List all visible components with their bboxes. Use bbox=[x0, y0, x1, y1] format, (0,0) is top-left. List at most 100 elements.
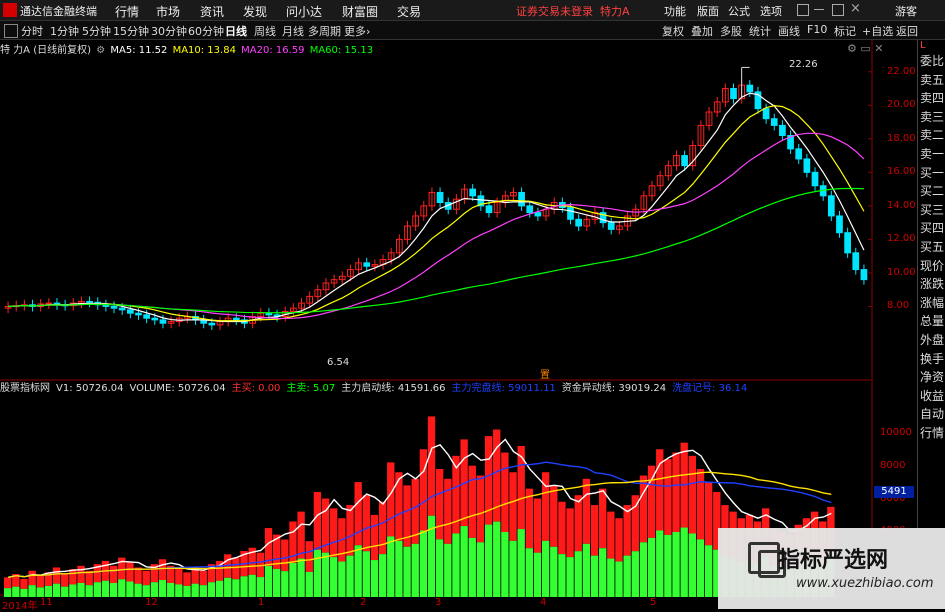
panel-item[interactable]: 涨幅 bbox=[920, 294, 944, 311]
menu-formula[interactable]: 公式 bbox=[728, 3, 750, 19]
panel-item[interactable]: 卖二 bbox=[920, 126, 944, 143]
period-weekly[interactable]: 周线 bbox=[254, 23, 276, 39]
maximize-icon[interactable] bbox=[832, 4, 844, 16]
candle bbox=[575, 218, 582, 227]
date-tick: 1 bbox=[258, 597, 265, 608]
volume-bar-sell bbox=[85, 585, 93, 597]
period-intraday[interactable]: 分时 bbox=[21, 23, 43, 39]
panel-item[interactable]: 收益 bbox=[920, 387, 944, 404]
toolbar-overlay[interactable]: 叠加 bbox=[691, 23, 713, 39]
panel-item[interactable]: 净资 bbox=[920, 368, 944, 385]
candle bbox=[534, 212, 542, 217]
volume-bar-buy bbox=[52, 567, 61, 584]
minimize-icon[interactable] bbox=[814, 9, 824, 10]
menu-trade[interactable]: 交易 bbox=[397, 3, 421, 20]
period-60min[interactable]: 60分钟 bbox=[188, 23, 224, 39]
volume-bar-sell bbox=[647, 537, 656, 597]
volume-bar-sell bbox=[199, 585, 207, 597]
volume-bar-buy bbox=[28, 570, 36, 586]
panel-item[interactable]: 买五 bbox=[920, 238, 944, 255]
toolbar-mark[interactable]: 标记 bbox=[834, 23, 856, 39]
price-tick: 10.00 bbox=[887, 266, 916, 278]
toolbar-f10[interactable]: F10 bbox=[807, 23, 827, 36]
period-more[interactable]: 更多› bbox=[344, 23, 370, 39]
panel-item[interactable]: 卖四 bbox=[920, 89, 944, 106]
toolbar-back[interactable]: 返回 bbox=[896, 23, 918, 39]
candle bbox=[803, 158, 811, 173]
panel-item[interactable]: 买四 bbox=[920, 219, 944, 236]
panel-item[interactable]: 总量 bbox=[920, 312, 944, 329]
panel-item[interactable]: 换手 bbox=[920, 350, 944, 367]
menu-layout[interactable]: 版面 bbox=[697, 3, 719, 19]
volume-bar-buy bbox=[664, 459, 672, 535]
toolbar-multistock[interactable]: 多股 bbox=[720, 23, 742, 39]
volume-bar-sell bbox=[93, 582, 101, 597]
period-5min[interactable]: 5分钟 bbox=[82, 23, 111, 39]
panel-item[interactable]: 买一 bbox=[920, 164, 944, 181]
panel-item[interactable]: 现价 bbox=[920, 257, 944, 274]
toolbar-add-watchlist[interactable]: +自选 bbox=[862, 23, 893, 39]
panel-item[interactable]: 自动 bbox=[920, 405, 944, 422]
volume-bar-buy bbox=[509, 472, 517, 541]
period-daily[interactable]: 日线 bbox=[225, 23, 247, 39]
indicator-item: 资金异动线: 39019.24 bbox=[561, 383, 667, 394]
period-15min[interactable]: 15分钟 bbox=[113, 23, 149, 39]
period-30min[interactable]: 30分钟 bbox=[151, 23, 187, 39]
volume-bar-buy bbox=[126, 562, 134, 582]
volume-bar-buy bbox=[387, 462, 395, 537]
panel-item[interactable]: 卖一 bbox=[920, 145, 944, 162]
indicator-item: 主买: 0.00 bbox=[231, 383, 281, 394]
volume-bar-sell bbox=[664, 534, 672, 597]
toolbar-draw[interactable]: 画线 bbox=[778, 23, 800, 39]
restore-icon[interactable] bbox=[797, 4, 809, 16]
volume-bar-sell bbox=[550, 546, 558, 597]
toolbar-stats[interactable]: 统计 bbox=[749, 23, 771, 39]
volume-bar-buy bbox=[378, 501, 387, 555]
panel-item[interactable]: 买三 bbox=[920, 201, 944, 218]
panel-item[interactable]: 行情 bbox=[920, 424, 944, 441]
indicator-item: 主力启动线: 41591.66 bbox=[341, 383, 446, 394]
price-tick: 16.00 bbox=[887, 166, 916, 178]
date-tick: 2 bbox=[360, 597, 367, 608]
volume-bar-buy bbox=[501, 452, 509, 532]
toolbar-adjust[interactable]: 复权 bbox=[662, 23, 684, 39]
volume-bar-buy bbox=[436, 468, 444, 540]
candle bbox=[860, 269, 868, 281]
volume-bar-sell bbox=[639, 542, 648, 597]
high-price-label: 22.26 bbox=[789, 59, 818, 70]
panel-item[interactable]: 买二 bbox=[920, 182, 944, 199]
period-monthly[interactable]: 月线 bbox=[282, 23, 304, 39]
volume-bar-sell bbox=[354, 545, 362, 597]
period-multi[interactable]: 多周期 bbox=[308, 23, 341, 39]
menu-news[interactable]: 资讯 bbox=[200, 3, 224, 20]
panel-item[interactable]: 外盘 bbox=[920, 331, 944, 348]
menu-quotes[interactable]: 行情 bbox=[115, 3, 139, 20]
menu-market[interactable]: 市场 bbox=[156, 3, 180, 20]
menu-wealth[interactable]: 财富圈 bbox=[342, 3, 378, 20]
guest-user[interactable]: 游客 bbox=[895, 3, 917, 19]
close-icon[interactable]: × bbox=[850, 1, 861, 16]
menu-discover[interactable]: 发现 bbox=[243, 3, 267, 20]
volume-bar-buy bbox=[599, 488, 607, 549]
panel-item[interactable]: 涨跌 bbox=[920, 275, 944, 292]
kline-chart[interactable] bbox=[0, 40, 917, 609]
volume-bar-sell bbox=[631, 551, 639, 597]
window-icon[interactable] bbox=[4, 24, 18, 38]
panel-item[interactable]: 卖五 bbox=[920, 71, 944, 88]
volume-tick: 8000 bbox=[880, 459, 906, 471]
menu-ask[interactable]: 问小达 bbox=[286, 3, 322, 20]
volume-bar-sell bbox=[501, 531, 509, 597]
panel-item[interactable]: 卖三 bbox=[920, 108, 944, 125]
watermark: 指标严选网 www.xuezhibiao.com bbox=[718, 528, 945, 609]
ma5-line bbox=[8, 92, 865, 323]
candle bbox=[436, 191, 444, 204]
menu-options[interactable]: 选项 bbox=[760, 3, 782, 19]
panel-item[interactable]: 委比 bbox=[920, 52, 944, 69]
menu-function[interactable]: 功能 bbox=[664, 3, 686, 19]
volume-bar-sell bbox=[248, 574, 256, 597]
volume-current-badge: 5491 bbox=[874, 486, 914, 498]
volume-bar-sell bbox=[297, 558, 305, 597]
volume-bar-buy bbox=[313, 491, 322, 550]
period-1min[interactable]: 1分钟 bbox=[50, 23, 79, 39]
candle bbox=[126, 309, 134, 314]
